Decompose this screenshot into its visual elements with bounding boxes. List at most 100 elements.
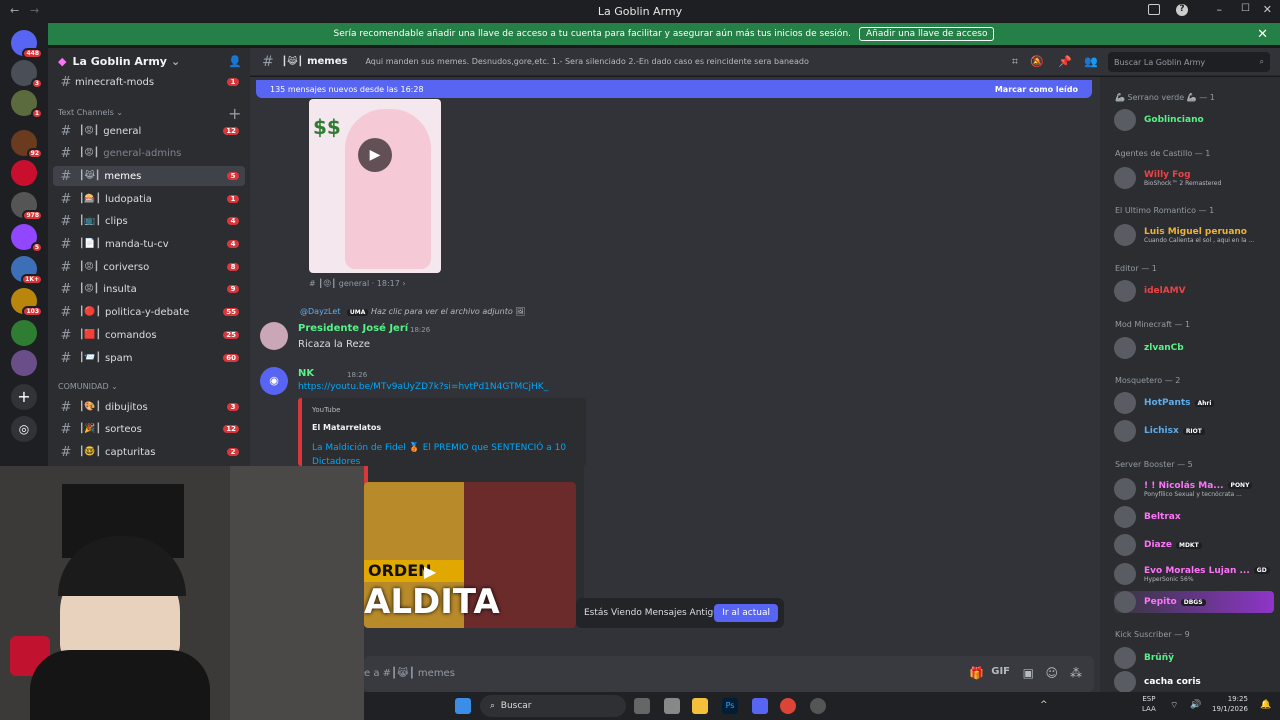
discord-avatar-icon[interactable]: ◉ bbox=[260, 367, 288, 395]
server-icon[interactable]: 1 bbox=[11, 90, 43, 119]
member-item[interactable]: Pepito DBGS bbox=[1114, 591, 1274, 613]
taskbar-search[interactable]: ⌕ Buscar bbox=[480, 695, 626, 717]
member-list-icon[interactable]: 👥 bbox=[1084, 55, 1098, 68]
embed-title[interactable]: La Maldición de Fidel 🥉 El PREMIO que SE… bbox=[312, 441, 582, 466]
channel-item-sorteos[interactable]: # ┃🎉┃ sorteos 12 bbox=[53, 419, 245, 439]
search-input[interactable]: Buscar La Goblin Army ⌕ bbox=[1108, 52, 1270, 72]
emoji-icon[interactable]: ☺ bbox=[1045, 666, 1058, 680]
add-member-icon[interactable]: 👤 bbox=[228, 55, 242, 68]
channel-item-dibujitos[interactable]: # ┃🎨┃ dibujitos 3 bbox=[53, 397, 245, 417]
member-item[interactable]: idelAMV bbox=[1114, 280, 1274, 302]
message-author[interactable]: NK bbox=[298, 368, 314, 379]
file-explorer-icon[interactable] bbox=[692, 698, 708, 714]
category-label: COMUNIDAD bbox=[58, 382, 109, 391]
server-icon[interactable]: 3 bbox=[11, 60, 43, 89]
app-icon[interactable] bbox=[810, 698, 826, 714]
server-icon[interactable] bbox=[11, 320, 37, 346]
member-item[interactable]: Lichisx RIOT bbox=[1114, 420, 1274, 442]
channel-item-ludopatia[interactable]: # ┃🎰┃ ludopatia 1 bbox=[53, 189, 245, 209]
member-item[interactable]: cacha coris bbox=[1114, 671, 1274, 693]
gift-icon[interactable]: 🎁 bbox=[969, 666, 984, 680]
dm-home-icon[interactable]: 448 bbox=[11, 30, 43, 59]
category-text-channels[interactable]: Text Channels ⌄ bbox=[58, 108, 123, 117]
pin-icon[interactable]: 📌 bbox=[1058, 55, 1072, 68]
volume-icon[interactable]: 🔊 bbox=[1190, 700, 1201, 710]
member-item[interactable]: Goblinciano bbox=[1114, 109, 1274, 131]
server-icon[interactable]: 92 bbox=[11, 130, 43, 159]
clock[interactable]: 19:25 19/1/2026 bbox=[1212, 694, 1248, 714]
add-passkey-button[interactable]: Añadir una llave de acceso bbox=[859, 27, 995, 41]
server-boost-icon: ◆ bbox=[58, 54, 67, 68]
server-icon[interactable]: 103 bbox=[11, 288, 43, 317]
channel-item-general-admins[interactable]: # ┃😡┃ general-admins bbox=[53, 143, 245, 163]
threads-icon[interactable]: ⌗ bbox=[1012, 55, 1018, 69]
mute-bell-icon[interactable]: 🔕 bbox=[1030, 55, 1044, 68]
channel-item-insulta[interactable]: # ┃😡┃ insulta 9 bbox=[53, 279, 245, 299]
embed-author[interactable]: El Matarrelatos bbox=[312, 423, 381, 432]
channel-item-comandos[interactable]: # ┃🟥┃ comandos 25 bbox=[53, 325, 245, 345]
message-author[interactable]: Presidente José Jerí bbox=[298, 323, 408, 334]
play-icon[interactable]: ▶ bbox=[358, 138, 392, 172]
channel-item[interactable]: # minecraft-mods 1 bbox=[53, 72, 245, 92]
apps-icon[interactable]: ⁂ bbox=[1070, 666, 1082, 680]
server-icon[interactable] bbox=[11, 350, 37, 376]
mark-as-read-button[interactable]: Marcar como leído bbox=[995, 85, 1078, 94]
channel-item-coriverso[interactable]: # ┃😡┃ coriverso 8 bbox=[53, 257, 245, 277]
message-list[interactable]: 135 mensajes nuevos desde las 16:28 Marca… bbox=[250, 77, 1100, 466]
server-icon[interactable]: 5 bbox=[11, 224, 43, 253]
reply-preview[interactable]: @DayzLet UMA Haz clic para ver el archiv… bbox=[300, 307, 525, 316]
close-window-icon[interactable]: ✕ bbox=[1263, 3, 1272, 16]
language-indicator[interactable]: ESP LAA bbox=[1142, 694, 1156, 714]
member-item[interactable]: Willy Fog BioShock™ 2 Remastered bbox=[1114, 167, 1274, 189]
member-item[interactable]: HotPants Ahri bbox=[1114, 392, 1274, 414]
notifications-icon[interactable]: 🔔 bbox=[1260, 700, 1271, 710]
task-view-icon[interactable] bbox=[634, 698, 650, 714]
play-icon[interactable]: ▶ bbox=[424, 562, 436, 581]
member-item[interactable]: Brûñÿ bbox=[1114, 647, 1274, 669]
jump-to-present-button[interactable]: Ir al actual bbox=[714, 604, 778, 622]
add-server-icon[interactable]: + bbox=[11, 384, 37, 410]
video-thumbnail[interactable]: ORDEN ALDITA ▶ bbox=[364, 482, 576, 628]
chrome-icon[interactable] bbox=[780, 698, 796, 714]
server-icon[interactable] bbox=[11, 160, 37, 186]
server-icon[interactable]: 978 bbox=[11, 192, 43, 221]
server-header[interactable]: ◆ La Goblin Army ⌄ 👤 bbox=[48, 48, 250, 74]
member-item[interactable]: Diaze MDKT bbox=[1114, 534, 1274, 556]
discord-icon[interactable] bbox=[752, 698, 768, 714]
banner-close-icon[interactable]: ✕ bbox=[1257, 27, 1268, 42]
message-composer[interactable]: e a #┃😹┃ memes 🎁 GIF ▣ ☺ ⁂ bbox=[364, 656, 1094, 692]
discover-icon[interactable]: ◎ bbox=[11, 416, 37, 442]
channel-item-clips[interactable]: # ┃📺┃ clips 4 bbox=[53, 211, 245, 231]
new-messages-bar[interactable]: 135 mensajes nuevos desde las 16:28 Marca… bbox=[256, 80, 1092, 98]
tray-chevron-icon[interactable]: ^ bbox=[1040, 700, 1048, 710]
gif-icon[interactable]: GIF bbox=[991, 666, 1010, 677]
message-link[interactable]: https://youtu.be/MTv9aUyZD7k?si=hvtPd1N4… bbox=[298, 382, 548, 392]
sticker-icon[interactable]: ▣ bbox=[1023, 666, 1034, 680]
member-item[interactable]: zlvanCb bbox=[1114, 337, 1274, 359]
channel-item-capturitas[interactable]: # ┃🤓┃ capturitas 2 bbox=[53, 442, 245, 462]
channel-item-general[interactable]: # ┃😡┃ general 12 bbox=[53, 121, 245, 141]
member-item[interactable]: Beltrax bbox=[1114, 506, 1274, 528]
badge: 1 bbox=[30, 108, 43, 119]
inbox-icon[interactable] bbox=[1148, 4, 1160, 15]
server-icon[interactable]: 1K+ bbox=[11, 256, 43, 285]
app-icon[interactable] bbox=[664, 698, 680, 714]
help-icon[interactable]: ? bbox=[1176, 4, 1188, 16]
channel-topic[interactable]: Aqui manden sus memes. Desnudos,gore,etc… bbox=[365, 57, 808, 66]
channel-item-spam[interactable]: # ┃📨┃ spam 60 bbox=[53, 348, 245, 368]
member-item[interactable]: Luis Miguel peruano Cuando Calienta el so… bbox=[1114, 224, 1274, 246]
channel-item-memes[interactable]: # ┃😹┃ memes 5 bbox=[53, 166, 245, 186]
channel-item-manda-tu-cv[interactable]: # ┃📄┃ manda-tu-cv 4 bbox=[53, 234, 245, 254]
minimize-icon[interactable]: – bbox=[1217, 3, 1223, 16]
windows-start-icon[interactable] bbox=[455, 698, 471, 714]
maximize-icon[interactable]: ☐ bbox=[1241, 3, 1250, 14]
wifi-icon[interactable]: ⌔ bbox=[1170, 700, 1178, 711]
member-item[interactable]: ! ! Nicolás Ma... PONY Ponyfílico Sexual y… bbox=[1114, 478, 1274, 500]
channel-item-politica-y-debate[interactable]: # ┃🔴┃ politica-y-debate 55 bbox=[53, 302, 245, 322]
member-item[interactable]: Evo Morales Lujan ... GD HyperSonic 56% bbox=[1114, 563, 1274, 585]
video-attachment[interactable]: $$ ▶ bbox=[309, 99, 441, 273]
photoshop-icon[interactable]: Ps bbox=[722, 698, 738, 714]
thread-reference[interactable]: # ┃😡┃ general · 18:17 › bbox=[309, 279, 406, 288]
category-community[interactable]: COMUNIDAD ⌄ bbox=[58, 382, 118, 391]
avatar[interactable] bbox=[260, 322, 288, 350]
